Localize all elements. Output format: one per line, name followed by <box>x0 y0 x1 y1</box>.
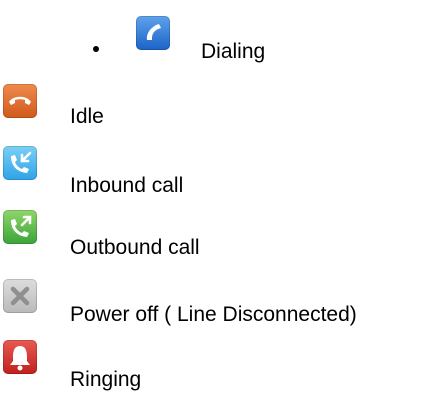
bullet <box>93 46 99 52</box>
list-item-inbound-call: Inbound call <box>0 146 436 206</box>
list-item-outbound-call: Outbound call <box>0 210 436 270</box>
list-item-dialing: Dialing <box>0 0 436 63</box>
list-item-power-off: Power off ( Line Disconnected) <box>0 279 436 339</box>
inbound-call-icon <box>3 146 37 180</box>
status-label: Power off ( Line Disconnected) <box>70 303 357 326</box>
list-item-ringing: Ringing <box>0 340 436 400</box>
status-label: Idle <box>70 105 104 128</box>
power-off-x-icon <box>3 279 37 313</box>
ringing-bell-icon <box>3 340 37 374</box>
status-label: Outbound call <box>70 236 200 259</box>
dialing-phone-icon <box>136 16 170 50</box>
status-label: Ringing <box>70 368 142 391</box>
outbound-call-icon <box>3 210 37 244</box>
idle-hangup-icon <box>3 84 37 118</box>
list-item-idle: Idle <box>0 84 436 144</box>
status-label: Inbound call <box>70 174 184 197</box>
status-label: Dialing <box>201 40 266 63</box>
